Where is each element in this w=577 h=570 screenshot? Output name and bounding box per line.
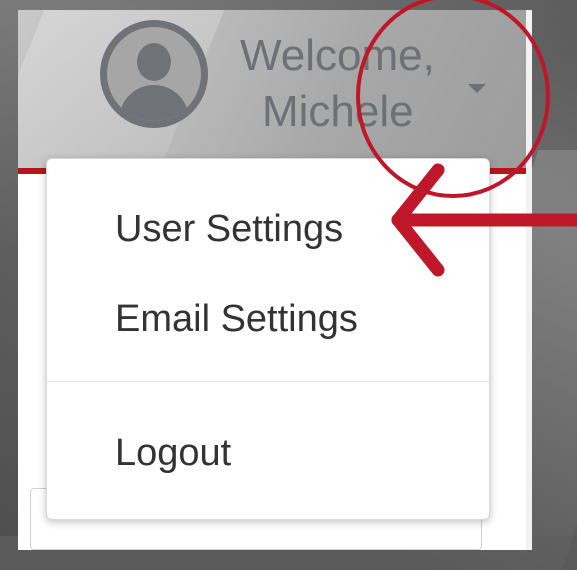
welcome-text: Welcome, [240,31,435,80]
avatar-head [137,43,171,81]
avatar-body [119,85,189,121]
menu-item-logout[interactable]: Logout [115,431,231,475]
panel-edge [526,10,532,550]
user-dropdown-menu: User Settings Email Settings Logout [46,158,490,520]
menu-item-user-settings[interactable]: User Settings [115,207,343,251]
user-avatar-icon[interactable] [100,20,208,128]
caret-down-icon[interactable] [468,84,486,93]
user-menu-toggle[interactable]: Welcome, Michele [240,28,440,140]
menu-item-email-settings[interactable]: Email Settings [115,297,358,341]
user-name: Michele [262,87,414,136]
menu-divider [47,381,489,382]
